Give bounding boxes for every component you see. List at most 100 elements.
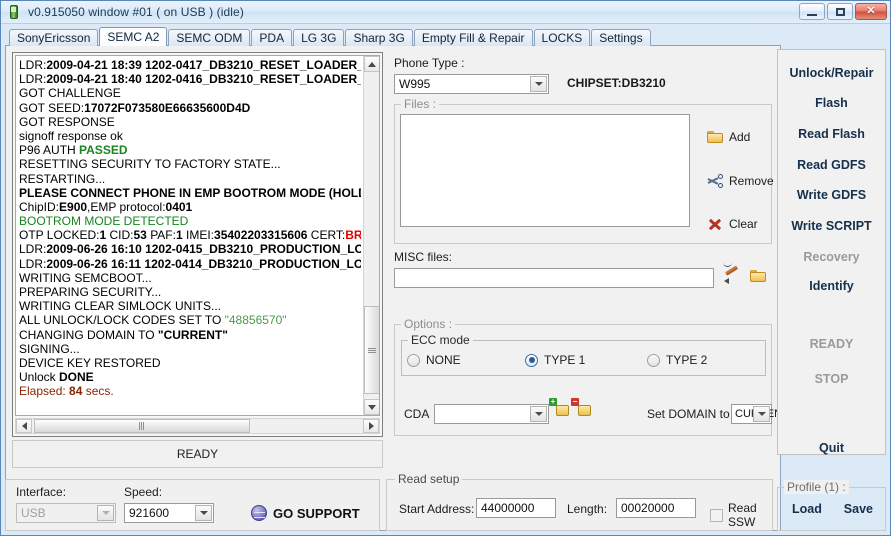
action-button-panel: Unlock/Repair Flash Read Flash Read GDFS…	[777, 49, 886, 455]
tab-sharp-3g[interactable]: Sharp 3G	[345, 29, 413, 46]
chevron-down-icon[interactable]	[195, 505, 212, 521]
profile-group: Profile (1) : Load Save	[777, 480, 886, 531]
profile-load-button[interactable]: Load	[792, 502, 822, 516]
read-gdfs-button[interactable]: Read GDFS	[778, 158, 885, 172]
log-line: GOT RESPONSE	[19, 114, 115, 129]
interface-select: USB	[16, 503, 116, 523]
phone-icon	[6, 4, 22, 20]
clear-label: Clear	[729, 217, 758, 231]
close-x-icon	[707, 217, 723, 231]
log-line: ChipID:E900,EMP protocol:0401	[19, 199, 193, 214]
write-gdfs-button[interactable]: Write GDFS	[778, 188, 885, 202]
log-line: RESTARTING...	[19, 171, 106, 186]
cda-select[interactable]	[434, 404, 549, 424]
folder-icon	[707, 130, 723, 144]
tab-semc-a2[interactable]: SEMC A2	[99, 27, 168, 46]
log-line: DEVICE KEY RESTORED	[19, 355, 161, 370]
add-button[interactable]: Add	[707, 130, 750, 144]
chipset-label: CHIPSET:DB3210	[567, 76, 666, 90]
go-support-button[interactable]: GO SUPPORT	[251, 505, 360, 521]
tab-sonyericsson[interactable]: SonyEricsson	[9, 29, 99, 46]
action-column: Unlock/Repair Flash Read Flash Read GDFS…	[777, 49, 886, 531]
misc-files-input[interactable]	[394, 268, 714, 288]
connection-group: Interface: USB Speed: 921600 GO SUPPORT	[5, 479, 380, 531]
tab-semc-odm[interactable]: SEMC ODM	[168, 29, 251, 46]
tab-lg-3g[interactable]: LG 3G	[293, 29, 345, 46]
ecc-radio-none[interactable]: NONE	[407, 353, 461, 367]
length-input[interactable]: 00020000	[616, 498, 696, 518]
log-line: signoff response ok	[19, 128, 123, 143]
log-line: WRITING CLEAR SIMLOCK UNITS...	[19, 299, 222, 314]
scroll-down-icon[interactable]	[364, 399, 379, 415]
unlock-repair-button[interactable]: Unlock/Repair	[778, 66, 885, 80]
ecc-radio-type2[interactable]: TYPE 2	[647, 353, 707, 367]
profile-save-button[interactable]: Save	[844, 502, 873, 516]
log-line: Elapsed: 84 secs.	[19, 384, 114, 399]
cda-label: CDA	[404, 407, 430, 421]
phone-type-label: Phone Type :	[394, 56, 465, 70]
status-text: READY	[176, 447, 219, 461]
log-text[interactable]: LDR:2009-04-21 18:39 1202-0417_DB3210_RE…	[16, 56, 363, 415]
log-line: BOOTROM MODE DETECTED	[19, 214, 189, 229]
speed-value: 921600	[129, 506, 170, 520]
read-flash-button[interactable]: Read Flash	[778, 127, 885, 141]
interface-value: USB	[21, 506, 46, 520]
tab-settings[interactable]: Settings	[591, 29, 651, 46]
scroll-up-icon[interactable]	[364, 56, 379, 72]
config-area: Phone Type : W995 CHIPSET:DB3210 Files :…	[392, 52, 789, 437]
flash-button[interactable]: Flash	[778, 96, 885, 110]
chevron-down-icon[interactable]	[753, 406, 770, 422]
log-line: RESETTING SECURITY TO FACTORY STATE...	[19, 157, 281, 172]
bottom-bar: Interface: USB Speed: 921600 GO SUPPORT …	[5, 472, 773, 531]
length-label: Length:	[567, 502, 608, 516]
window-controls: ✕	[799, 3, 887, 20]
tab-locks[interactable]: LOCKS	[533, 29, 591, 46]
read-setup-group: Read setup Start Address: 44000000 Lengt…	[386, 472, 773, 531]
read-setup-caption: Read setup	[395, 472, 463, 486]
close-button[interactable]: ✕	[855, 3, 887, 20]
globe-icon	[251, 505, 267, 521]
status-bar: READY	[12, 440, 383, 468]
scroll-left-icon[interactable]	[16, 419, 32, 433]
files-listbox[interactable]	[400, 114, 690, 227]
log-line: P96 AUTH PASSED	[19, 143, 128, 158]
quit-button[interactable]: Quit	[778, 441, 885, 455]
tab-panel-semc-a2: LDR:2009-04-21 18:39 1202-0417_DB3210_RE…	[5, 45, 789, 531]
tab-pda[interactable]: PDA	[251, 29, 293, 46]
maximize-button[interactable]	[827, 3, 853, 20]
tab-empty-fill-repair[interactable]: Empty Fill & Repair	[413, 29, 533, 46]
write-script-button[interactable]: Write SCRIPT	[778, 219, 885, 233]
chevron-down-icon[interactable]	[530, 76, 547, 92]
clear-button[interactable]: Clear	[707, 217, 758, 231]
log-line: GOT SEED:17072F073580E66635600D4D	[19, 100, 251, 115]
app-window: v0.915050 window #01 ( on USB ) (idle) ✕…	[0, 0, 891, 536]
read-ssw-checkbox[interactable]: Read SSW	[710, 501, 772, 529]
log-line: LDR:2009-06-26 16:11 1202-0414_DB3210_PR…	[19, 256, 361, 271]
read-ssw-label: Read SSW	[728, 501, 757, 529]
start-address-input[interactable]: 44000000	[476, 498, 556, 518]
checkbox-icon	[710, 508, 723, 522]
log-horizontal-scrollbar[interactable]	[15, 418, 380, 434]
ecc-type1-label: TYPE 1	[544, 353, 586, 367]
domain-select[interactable]: CURRENT	[731, 404, 789, 424]
chevron-down-icon[interactable]	[530, 406, 547, 422]
ecc-radio-type1[interactable]: TYPE 1	[525, 353, 585, 367]
minimize-button[interactable]	[799, 3, 825, 20]
phone-type-select[interactable]: W995	[394, 74, 549, 94]
hscroll-thumb[interactable]	[34, 419, 250, 433]
log-line: LDR:2009-06-26 16:10 1202-0415_DB3210_PR…	[19, 242, 361, 257]
domain-label: Set DOMAIN to	[647, 407, 730, 421]
log-line: LDR:2009-04-21 18:39 1202-0417_DB3210_RE…	[19, 58, 361, 72]
ecc-none-label: NONE	[426, 353, 461, 367]
log-vertical-scrollbar[interactable]	[363, 56, 379, 415]
scroll-thumb[interactable]	[364, 306, 379, 394]
scroll-right-icon[interactable]	[363, 419, 379, 433]
identify-button[interactable]: Identify	[778, 279, 885, 293]
window-title: v0.915050 window #01 ( on USB ) (idle)	[28, 5, 244, 19]
scissors-icon	[707, 174, 723, 188]
client-area: SonyEricsson SEMC A2 SEMC ODM PDA LG 3G …	[1, 24, 890, 535]
log-panel: LDR:2009-04-21 18:39 1202-0417_DB3210_RE…	[12, 52, 383, 437]
remove-button[interactable]: Remove	[707, 174, 774, 188]
log-line: PLEASE CONNECT PHONE IN EMP BOOTROM MODE…	[19, 185, 361, 200]
speed-select[interactable]: 921600	[124, 503, 214, 523]
